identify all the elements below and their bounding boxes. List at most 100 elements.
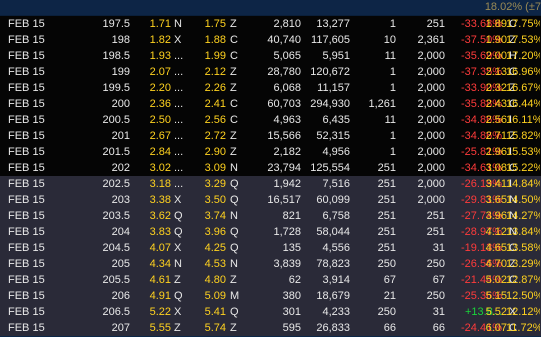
volume-cell: 4,963 bbox=[273, 114, 301, 126]
volume-cell: 380 bbox=[282, 290, 301, 302]
implied-volatility-cell: 13.84% bbox=[506, 226, 540, 238]
implied-volatility-cell: 17.75% bbox=[506, 18, 540, 30]
quantity-cell: 2,000 bbox=[417, 162, 445, 174]
ask-cell: 2.41 bbox=[204, 98, 226, 110]
expiry-cell: FEB 15 bbox=[8, 114, 45, 126]
option-row[interactable]: FEB 15 202.5 3.18... 3.29 Q 1,942 7,516 251 2,00… bbox=[0, 176, 541, 193]
bid-cell: 4.07 bbox=[149, 242, 171, 254]
bid-exchange-cell: ... bbox=[174, 130, 184, 142]
quantity-cell: 66 bbox=[432, 322, 445, 334]
implied-volatility-cell: 15.53% bbox=[506, 146, 540, 158]
bid-exchange-cell: Z bbox=[174, 322, 181, 334]
option-row[interactable]: FEB 15 204 3.83 Q 3.96 Q 1,728 58,044 251 251 -28.… bbox=[0, 224, 541, 241]
ask-cell: 4.80 bbox=[204, 274, 226, 286]
size-cell: 21 bbox=[383, 290, 396, 302]
bid-exchange-cell: N bbox=[174, 18, 182, 30]
ask-cell: 1.88 bbox=[204, 34, 226, 46]
bid-exchange-cell: ... bbox=[174, 114, 184, 126]
ask-exchange-cell: Q bbox=[230, 306, 239, 318]
ask-cell: 1.75 bbox=[204, 18, 226, 30]
strike-cell: 203.5 bbox=[102, 210, 130, 222]
quantity-cell: 2,000 bbox=[417, 114, 445, 126]
open-interest-cell: 6,758 bbox=[322, 210, 350, 222]
bid-exchange-cell: Q bbox=[174, 226, 183, 238]
last-price-cell: 2.13 bbox=[485, 66, 507, 78]
quantity-cell: 2,000 bbox=[417, 66, 445, 78]
ask-cell: 2.56 bbox=[204, 114, 226, 126]
bid-cell: 3.83 bbox=[149, 226, 171, 238]
option-row[interactable]: FEB 15 198 1.82 X 1.88 C 40,740 117,605 10 2,361-… bbox=[0, 32, 541, 49]
implied-volatility-cell: 12.87% bbox=[506, 274, 540, 286]
option-row[interactable]: FEB 15 199.5 2.20... 2.26 Z 6,068 11,157 1 2,000… bbox=[0, 80, 541, 97]
ask-exchange-cell: C bbox=[230, 114, 238, 126]
quantity-cell: 2,000 bbox=[417, 178, 445, 190]
volume-cell: 1,728 bbox=[273, 226, 301, 238]
ask-cell: 3.29 bbox=[204, 178, 226, 190]
open-interest-cell: 52,315 bbox=[316, 130, 350, 142]
size-cell: 250 bbox=[377, 258, 396, 270]
option-row[interactable]: FEB 15 207 5.55 Z 5.74 Z 595 26,833 66 66 -24.41% 6… bbox=[0, 320, 541, 337]
implied-volatility-cell: 14.50% bbox=[506, 194, 540, 206]
bid-cell: 4.91 bbox=[149, 290, 171, 302]
expiry-cell: FEB 15 bbox=[8, 98, 45, 110]
expiry-cell: FEB 15 bbox=[8, 242, 45, 254]
volume-cell: 821 bbox=[282, 210, 301, 222]
bid-exchange-cell: ... bbox=[174, 66, 184, 78]
option-row[interactable]: FEB 15 200 2.36... 2.41 C 60,703 294,930 1,261 2… bbox=[0, 96, 541, 113]
last-price-cell: 4.70 bbox=[485, 258, 507, 270]
open-interest-cell: 125,554 bbox=[310, 162, 350, 174]
open-interest-cell: 5,951 bbox=[322, 50, 350, 62]
ask-exchange-cell: Z bbox=[230, 130, 237, 142]
volume-cell: 1,942 bbox=[273, 178, 301, 190]
implied-volatility-cell: 16.44% bbox=[506, 98, 540, 110]
option-row[interactable]: FEB 15 206.5 5.22 X 5.41 Q 301 4,233 250 31 +13.8.… bbox=[0, 304, 541, 321]
option-row[interactable]: FEB 15 205 4.34 N 4.53 N 3,839 78,823 250 250 -26.… bbox=[0, 256, 541, 273]
bid-cell: 5.55 bbox=[149, 322, 171, 334]
option-row[interactable]: FEB 15 203.5 3.62 Q 3.74 N 821 6,758 251 251 -27.7… bbox=[0, 208, 541, 225]
volume-cell: 28,780 bbox=[267, 66, 301, 78]
ask-cell: 2.26 bbox=[204, 82, 226, 94]
ask-exchange-cell: M bbox=[230, 290, 240, 302]
quantity-cell: 251 bbox=[426, 210, 445, 222]
ask-cell: 3.50 bbox=[204, 194, 226, 206]
volume-cell: 60,703 bbox=[267, 98, 301, 110]
option-row[interactable]: FEB 15 199 2.07... 2.12 Z 28,780 120,672 1 2,000… bbox=[0, 64, 541, 81]
bid-cell: 2.84 bbox=[149, 146, 171, 158]
last-price-cell: 2.43 bbox=[485, 98, 507, 110]
implied-volatility-cell: 14.84% bbox=[506, 178, 540, 190]
ask-exchange-cell: N bbox=[230, 210, 238, 222]
volume-cell: 23,794 bbox=[267, 162, 301, 174]
option-row[interactable]: FEB 15 202 3.02... 3.09 N 23,794 125,554 251 2,0… bbox=[0, 160, 541, 177]
expiry-cell: FEB 15 bbox=[8, 178, 45, 190]
bid-cell: 2.07 bbox=[149, 66, 171, 78]
ask-cell: 5.41 bbox=[204, 306, 226, 318]
volume-cell: 2,810 bbox=[273, 18, 301, 30]
option-row[interactable]: FEB 15 204.5 4.07 X 4.25 Q 135 4,556 251 31 -19.13… bbox=[0, 240, 541, 257]
ask-exchange-cell: Z bbox=[230, 146, 237, 158]
expiry-cell: FEB 15 bbox=[8, 130, 45, 142]
implied-volatility-cell: 16.96% bbox=[506, 66, 540, 78]
option-row[interactable]: FEB 15 201.5 2.84... 2.90 Z 2,182 4,956 1 2,000-… bbox=[0, 144, 541, 161]
option-row[interactable]: FEB 15 200.5 2.50... 2.56 C 4,963 6,435 11 2,000… bbox=[0, 112, 541, 129]
option-row[interactable]: FEB 15 203 3.38 X 3.50 Q 16,517 60,099 251 2,000-… bbox=[0, 192, 541, 209]
strike-cell: 199.5 bbox=[102, 82, 130, 94]
last-price-cell: 5.15 bbox=[485, 290, 507, 302]
strike-cell: 202.5 bbox=[102, 178, 130, 190]
bid-exchange-cell: ... bbox=[174, 98, 184, 110]
ask-exchange-cell: Z bbox=[230, 322, 237, 334]
last-price-cell: 5.02 bbox=[485, 274, 507, 286]
option-row[interactable]: FEB 15 198.5 1.93... 1.99 C 5,065 5,951 11 2,000… bbox=[0, 48, 541, 65]
option-row[interactable]: FEB 15 197.5 1.71 N 1.75 Z 2,810 13,277 1 251 -33.… bbox=[0, 16, 541, 33]
bid-exchange-cell: X bbox=[174, 306, 182, 318]
expiry-cell: FEB 15 bbox=[8, 66, 45, 78]
volume-cell: 135 bbox=[282, 242, 301, 254]
last-price-cell: 4.65 bbox=[485, 242, 507, 254]
option-row[interactable]: FEB 15 205.5 4.61 Z 4.80 Z 62 3,914 67 67 -21.44% 5… bbox=[0, 272, 541, 289]
ask-exchange-cell: Q bbox=[230, 178, 239, 190]
option-row[interactable]: FEB 15 206 4.91 Q 5.09 M 380 18,679 21 250 -25.36%… bbox=[0, 288, 541, 305]
option-row[interactable]: FEB 15 201 2.67... 2.72 Z 15,566 52,315 1 2,000-… bbox=[0, 128, 541, 145]
bid-exchange-cell: Z bbox=[174, 274, 181, 286]
open-interest-cell: 4,556 bbox=[322, 242, 350, 254]
strike-cell: 206 bbox=[111, 290, 130, 302]
implied-volatility-cell: 12.12% bbox=[506, 306, 540, 318]
